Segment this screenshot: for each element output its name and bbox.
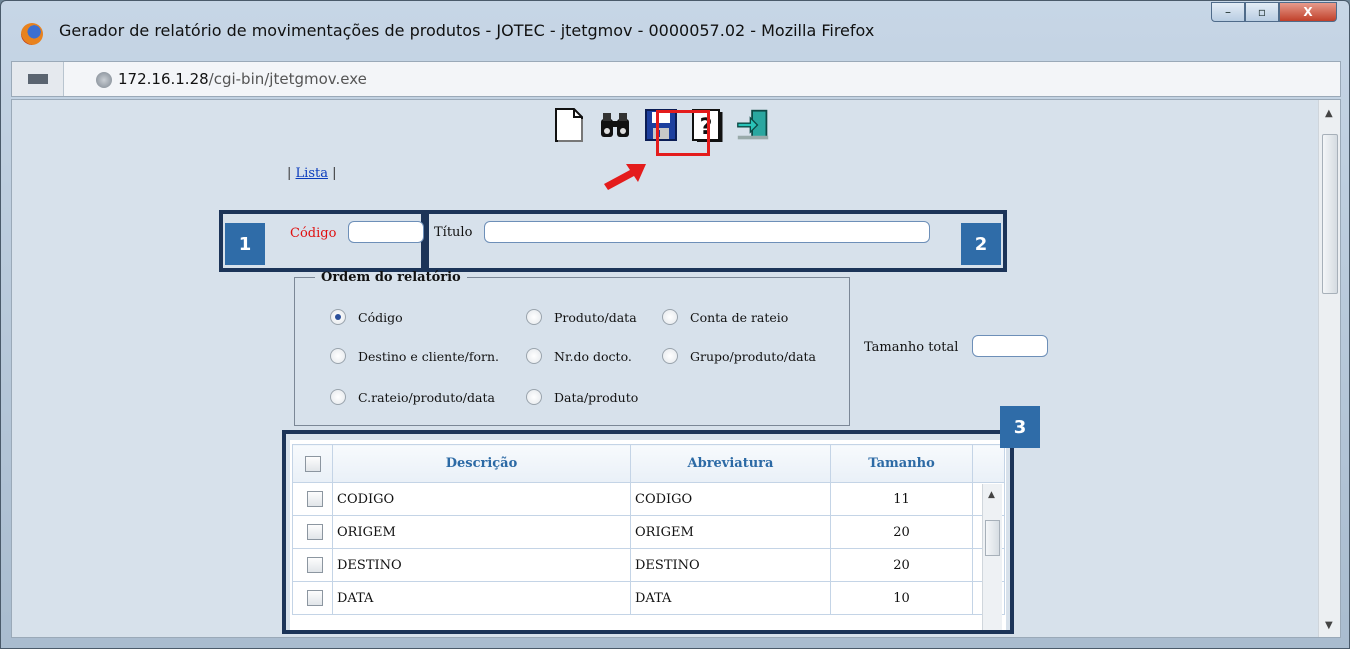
window-title: Gerador de relatório de movimentações de… <box>59 21 875 40</box>
order-option-crateio[interactable]: C.rateio/produto/data <box>330 389 495 405</box>
codigo-label: Código <box>290 226 337 241</box>
lista-link[interactable]: Lista <box>296 166 328 181</box>
window-controls: – ▫ X <box>1211 2 1337 22</box>
globe-icon <box>96 72 112 88</box>
radio-icon[interactable] <box>330 348 346 364</box>
nav-separator: | <box>332 166 337 181</box>
radio-icon[interactable] <box>662 348 678 364</box>
nav-separator: | <box>287 166 292 181</box>
radio-icon[interactable] <box>662 309 678 325</box>
radio-icon[interactable] <box>526 309 542 325</box>
url-host: 172.16.1.28 <box>118 70 209 88</box>
order-option-produto-data[interactable]: Produto/data <box>526 309 637 325</box>
radio-icon[interactable] <box>526 389 542 405</box>
order-option-label: Produto/data <box>554 309 637 325</box>
close-button[interactable]: X <box>1279 2 1337 22</box>
minimize-button[interactable]: – <box>1211 2 1245 22</box>
codigo-input[interactable] <box>348 221 424 243</box>
order-option-data-produto[interactable]: Data/produto <box>526 389 638 405</box>
url-text[interactable]: 172.16.1.28/cgi-bin/jtetgmov.exe <box>118 70 367 88</box>
order-option-label: Data/produto <box>554 389 639 405</box>
exit-icon[interactable] <box>736 106 770 144</box>
url-path: /cgi-bin/jtetgmov.exe <box>208 70 367 88</box>
save-highlight-box <box>656 110 710 156</box>
order-option-codigo[interactable]: Código <box>330 309 403 325</box>
marker-box-3 <box>282 430 1014 634</box>
report-order-legend: Ordem do relatório <box>321 270 461 285</box>
radio-selected-icon[interactable] <box>330 309 346 325</box>
page-content: ▲ ▼ ? | Lista | 1 2 Código Título Ordem … <box>11 99 1341 638</box>
radio-icon[interactable] <box>330 389 346 405</box>
order-option-grupo-produto-data[interactable]: Grupo/produto/data <box>662 348 816 364</box>
maximize-button[interactable]: ▫ <box>1245 2 1279 22</box>
title-bar: Gerador de relatório de movimentações de… <box>1 1 1349 59</box>
order-option-label: Código <box>358 309 403 325</box>
order-option-label: C.rateio/produto/data <box>358 389 495 405</box>
order-option-label: Conta de rateio <box>690 309 789 325</box>
browser-window: Gerador de relatório de movimentações de… <box>0 0 1350 649</box>
search-icon[interactable] <box>598 106 632 144</box>
scrollbar-thumb[interactable] <box>1322 134 1338 294</box>
new-icon[interactable] <box>552 106 586 144</box>
tamanho-total-input[interactable] <box>972 335 1048 357</box>
order-option-label: Grupo/produto/data <box>690 348 816 364</box>
tab-groups-icon <box>28 74 48 84</box>
firefox-icon <box>21 23 43 45</box>
order-option-destino[interactable]: Destino e cliente/forn. <box>330 348 499 364</box>
page-scrollbar[interactable]: ▲ ▼ <box>1318 100 1340 637</box>
titulo-label: Título <box>434 225 473 240</box>
marker-label-2: 2 <box>961 223 1001 265</box>
order-option-label: Nr.do docto. <box>554 348 632 364</box>
order-option-conta-rateio[interactable]: Conta de rateio <box>662 309 788 325</box>
radio-icon[interactable] <box>526 348 542 364</box>
titulo-input[interactable] <box>484 221 930 243</box>
marker-label-3: 3 <box>1000 406 1040 448</box>
order-option-label: Destino e cliente/forn. <box>358 348 500 364</box>
scroll-down-icon[interactable]: ▼ <box>1325 620 1333 631</box>
order-option-nr-docto[interactable]: Nr.do docto. <box>526 348 632 364</box>
pointer-arrow-icon <box>604 164 646 190</box>
marker-label-1: 1 <box>225 223 265 265</box>
scroll-up-icon[interactable]: ▲ <box>1325 108 1333 119</box>
tamanho-total-label: Tamanho total <box>864 340 959 355</box>
tab-groups-button[interactable] <box>12 62 64 96</box>
nav-links: | Lista | <box>287 166 337 181</box>
address-bar[interactable]: 172.16.1.28/cgi-bin/jtetgmov.exe <box>11 61 1341 97</box>
